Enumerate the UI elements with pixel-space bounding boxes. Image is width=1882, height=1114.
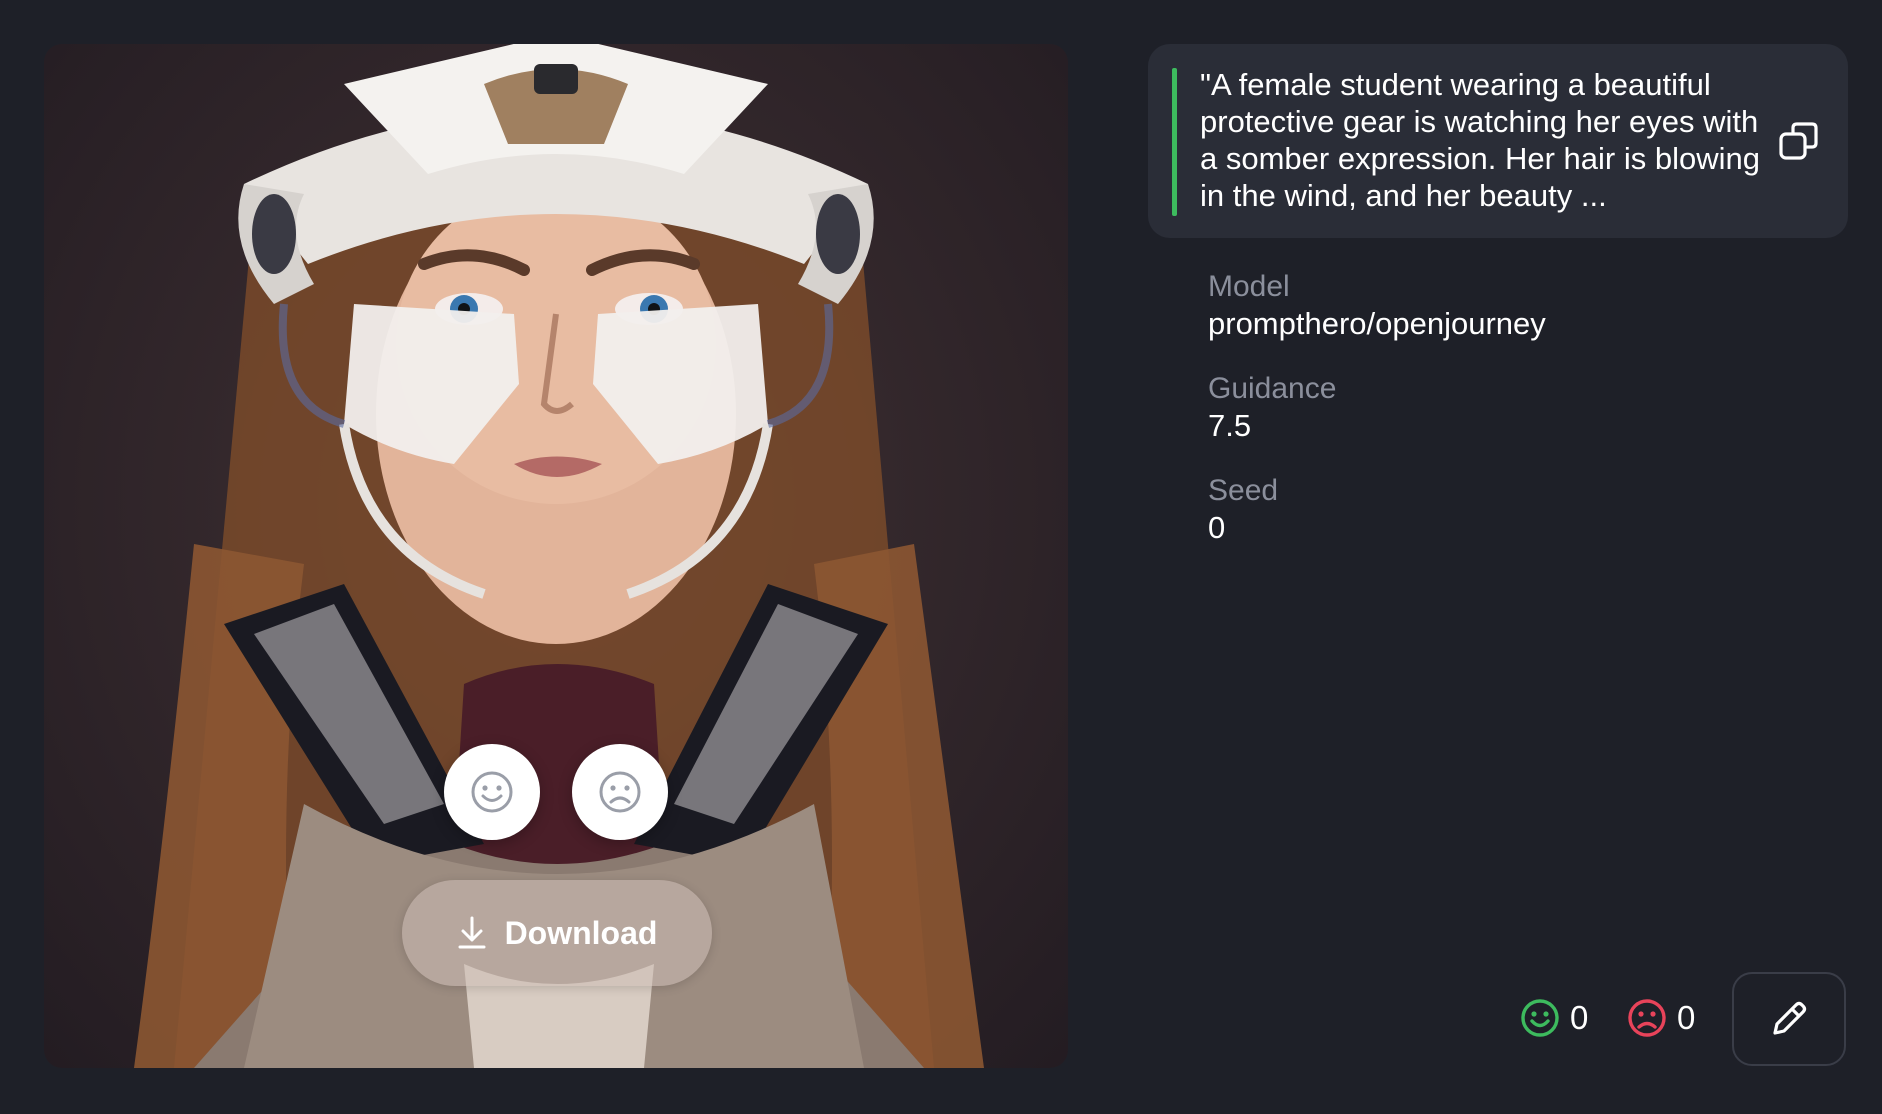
smiley-icon [471, 771, 513, 813]
frown-icon [599, 771, 641, 813]
guidance-info: Guidance 7.5 [1208, 370, 1546, 445]
copy-icon [1779, 122, 1818, 160]
edit-button[interactable] [1732, 972, 1846, 1066]
guidance-value: 7.5 [1208, 408, 1252, 443]
prompt-accent-bar [1172, 68, 1177, 216]
pencil-icon [1773, 1001, 1807, 1035]
like-count-value: 0 [1570, 999, 1589, 1036]
dislike-count-value: 0 [1677, 999, 1696, 1036]
seed-value: 0 [1208, 510, 1226, 545]
dislike-button[interactable] [572, 744, 668, 840]
copy-prompt-button[interactable] [1774, 116, 1824, 166]
image-reaction-buttons [444, 744, 668, 840]
frown-icon [1628, 999, 1666, 1037]
model-label: Model [1208, 270, 1290, 303]
like-button[interactable] [444, 744, 540, 840]
generation-metadata: Model prompthero/openjourney Guidance 7.… [1208, 268, 1546, 574]
model-info: Model prompthero/openjourney [1208, 268, 1546, 343]
seed-label: Seed [1208, 474, 1279, 507]
guidance-label: Guidance [1208, 372, 1337, 405]
dislike-count: 0 [1627, 998, 1695, 1038]
prompt-card: "A female student wearing a beautiful pr… [1148, 44, 1848, 238]
download-button[interactable]: Download [402, 880, 712, 986]
generation-detail-page: Download "A female student wearing a bea… [0, 0, 1882, 1114]
download-icon [458, 916, 486, 949]
smiley-icon [1521, 999, 1559, 1037]
prompt-text: "A female student wearing a beautiful pr… [1200, 67, 1760, 213]
seed-info: Seed 0 [1208, 472, 1546, 547]
download-label: Download [504, 914, 658, 951]
generated-image[interactable]: Download [44, 44, 1068, 1068]
like-count: 0 [1520, 998, 1588, 1038]
model-value: prompthero/openjourney [1208, 306, 1546, 341]
